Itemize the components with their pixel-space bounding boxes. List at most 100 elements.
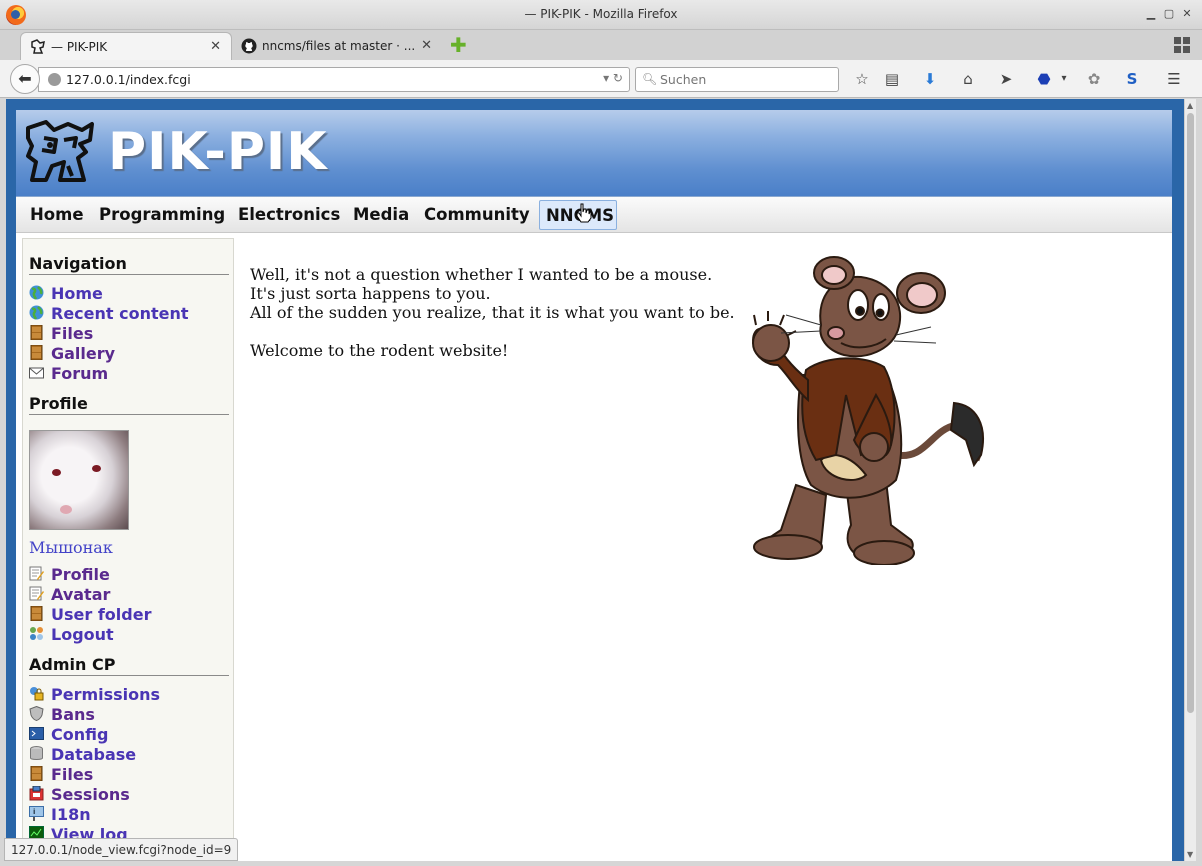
new-tab-button[interactable]: ✚: [450, 35, 467, 55]
lock-icon: [30, 687, 44, 701]
tab-close-icon[interactable]: ✕: [210, 39, 221, 54]
sidebar-item-label[interactable]: Config: [51, 725, 108, 744]
menu-icon[interactable]: ☰: [1164, 69, 1184, 89]
site-favicon-icon: [31, 39, 45, 54]
sidebar-item-label[interactable]: Forum: [51, 364, 108, 383]
welcome-line: Welcome to the rodent website!: [250, 341, 509, 360]
chevron-down-icon[interactable]: ▾: [1054, 69, 1074, 89]
mouse-mascot-image: [752, 256, 984, 565]
sidebar-item-label[interactable]: Database: [51, 745, 136, 764]
cabinet-icon: [30, 325, 43, 340]
adblock-icon[interactable]: ⬣: [1034, 69, 1054, 89]
intro-line-2: It's just sorta happens to you.: [250, 284, 491, 303]
main-content: Well, it's not a question whether I want…: [250, 265, 735, 360]
minimize-button[interactable]: ▁: [1144, 7, 1158, 21]
sidebar-item-label[interactable]: Profile: [51, 565, 110, 584]
menu-home[interactable]: Home: [24, 200, 90, 230]
addon-icon[interactable]: ✿: [1084, 69, 1104, 89]
sidebar-item-label[interactable]: User folder: [51, 605, 151, 624]
avatar[interactable]: [29, 430, 129, 530]
tab-groups-icon[interactable]: [1174, 37, 1190, 53]
scrollbar-thumb[interactable]: [1187, 113, 1194, 713]
tab-close-icon[interactable]: ✕: [421, 38, 432, 53]
sidebar-item-label[interactable]: Logout: [51, 625, 114, 644]
tab-strip: — PIK-PIK ✕ nncms/files at master · ... …: [0, 30, 1202, 60]
page-viewport: PIK-PIK Home Programming Electronics Med…: [6, 99, 1184, 861]
tab-label: — PIK-PIK: [51, 40, 108, 54]
intro-line-1: Well, it's not a question whether I want…: [250, 265, 713, 284]
sidebar-item-label[interactable]: Files: [51, 765, 93, 784]
menu-electronics[interactable]: Electronics: [232, 200, 346, 230]
site-banner: PIK-PIK: [16, 110, 1172, 196]
home-icon[interactable]: ⌂: [958, 69, 978, 89]
avatar-eye: [92, 465, 101, 472]
reading-list-icon[interactable]: ▤: [882, 69, 902, 89]
edit-icon: [29, 566, 44, 581]
globe-icon: [29, 285, 44, 300]
search-input[interactable]: [658, 70, 828, 89]
sidebar-heading-profile: Profile: [29, 394, 229, 415]
page-scrollbar[interactable]: ▲ ▼: [1184, 99, 1196, 861]
sidebar-item-label[interactable]: Recent content: [51, 304, 189, 323]
tab-label: nncms/files at master · ...: [262, 39, 416, 53]
menu-community[interactable]: Community: [418, 200, 536, 230]
site-title[interactable]: PIK-PIK: [108, 122, 328, 182]
sidebar-item-label[interactable]: Sessions: [51, 785, 130, 804]
downloads-icon[interactable]: ⬇: [920, 69, 940, 89]
skype-icon[interactable]: S: [1122, 69, 1142, 89]
sidebar-item-label[interactable]: Bans: [51, 705, 95, 724]
github-icon: [241, 38, 257, 54]
hand-cursor-icon: [576, 203, 592, 223]
sidebar-item-label[interactable]: Files: [51, 324, 93, 343]
tab-github[interactable]: nncms/files at master · ... ✕: [232, 32, 442, 60]
envelope-icon: [29, 367, 44, 379]
site-logo-icon[interactable]: [24, 118, 100, 188]
terminal-icon: [29, 727, 44, 740]
cabinet-icon: [30, 345, 43, 360]
svg-text:i: i: [33, 808, 35, 816]
url-dropdown-reload-icon[interactable]: ▾ ↻: [603, 71, 623, 85]
sessions-icon: [29, 786, 44, 801]
cabinet-icon: [30, 766, 43, 781]
tab-pik-pik[interactable]: — PIK-PIK ✕: [20, 32, 232, 60]
cabinet-icon: [30, 606, 43, 621]
sidebar-heading-navigation: Navigation: [29, 254, 229, 275]
menu-programming[interactable]: Programming: [93, 200, 231, 230]
navigation-toolbar: 127.0.0.1/index.fcgi ▾ ↻ ⬅ 🔍︎ ☆ ▤ ⬇ ⌂ ➤ …: [0, 60, 1202, 98]
users-icon: [30, 627, 43, 640]
status-bar: 127.0.0.1/node_view.fcgi?node_id=9: [4, 838, 239, 861]
window-title: — PIK-PIK - Mozilla Firefox: [524, 7, 678, 21]
back-button[interactable]: ⬅: [10, 64, 40, 94]
globe-icon: [29, 305, 44, 320]
avatar-eye: [52, 469, 61, 476]
scroll-down-icon[interactable]: ▼: [1187, 850, 1193, 859]
sidebar-item-label[interactable]: I18n: [51, 805, 91, 824]
window-titlebar: — PIK-PIK - Mozilla Firefox ▁ ▢ ✕: [0, 0, 1202, 30]
url-text[interactable]: 127.0.0.1/index.fcgi: [66, 72, 191, 87]
send-icon[interactable]: ➤: [996, 69, 1016, 89]
scroll-up-icon[interactable]: ▲: [1187, 101, 1193, 110]
sidebar-item-label[interactable]: Home: [51, 284, 103, 303]
bookmark-star-icon[interactable]: ☆: [852, 69, 872, 89]
site-identity-icon[interactable]: [48, 73, 61, 86]
avatar-nose: [60, 505, 72, 514]
sidebar-item-label[interactable]: Permissions: [51, 685, 160, 704]
search-icon: 🔍︎: [642, 72, 658, 86]
search-bar[interactable]: 🔍︎: [635, 67, 839, 92]
menu-media[interactable]: Media: [347, 200, 415, 230]
edit-icon: [29, 586, 44, 601]
username-link[interactable]: Мышонак: [29, 538, 113, 557]
url-bar[interactable]: 127.0.0.1/index.fcgi ▾ ↻: [38, 67, 630, 92]
sidebar-item-label[interactable]: Avatar: [51, 585, 110, 604]
database-icon: [30, 746, 43, 760]
maximize-button[interactable]: ▢: [1162, 7, 1176, 21]
close-window-button[interactable]: ✕: [1180, 7, 1194, 21]
page-body: PIK-PIK Home Programming Electronics Med…: [16, 110, 1172, 861]
main-menu: Home Programming Electronics Media Commu…: [16, 196, 1172, 233]
flag-icon: i: [29, 806, 44, 821]
intro-line-3: All of the sudden you realize, that it i…: [250, 303, 735, 322]
sidebar-heading-admin-cp: Admin CP: [29, 655, 229, 676]
sidebar-item-label[interactable]: Gallery: [51, 344, 115, 363]
sidebar: Navigation Home Recent content Files Gal…: [22, 238, 234, 861]
